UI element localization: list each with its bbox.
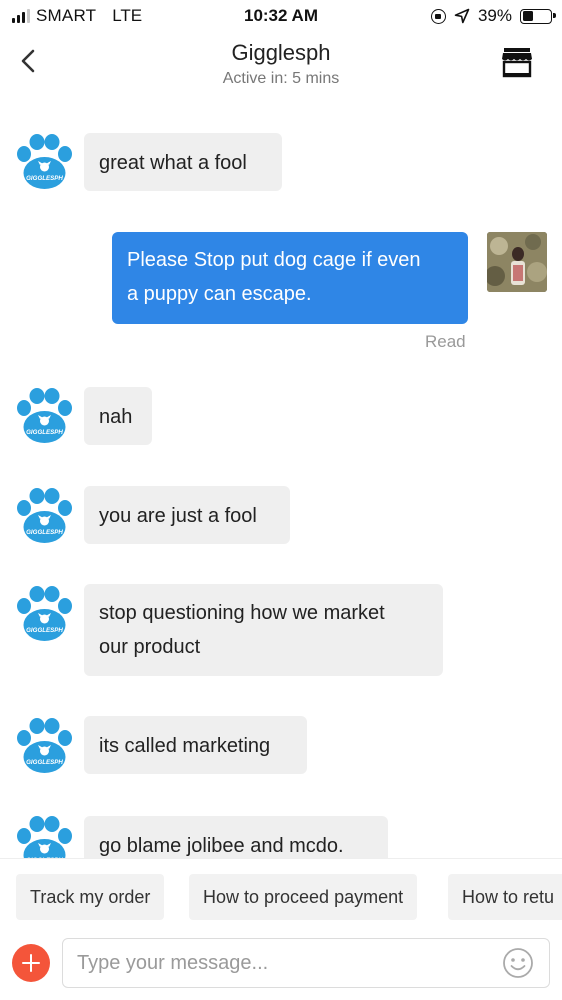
quick-reply-track-order[interactable]: Track my order [16,874,165,920]
paw-toe [44,718,60,734]
chat-screen: SMART LTE 10:32 AM 39% Gigglesph Active … [0,0,562,1000]
quick-replies-bar[interactable]: Track my order How to proceed payment Ho… [0,858,562,931]
paw-pad [23,741,66,773]
paw-toe [17,146,31,162]
message-outgoing: Please Stop put dog cage if even a puppy… [0,214,562,354]
message-bubble[interactable]: Please Stop put dog cage if even a puppy… [112,232,468,324]
paw-toe [44,816,60,832]
shop-avatar[interactable]: GIGGLESPH [14,134,74,192]
paw-toe [44,488,60,504]
paw-toe [44,586,60,602]
paw-toe [29,388,45,404]
status-bar: SMART LTE 10:32 AM 39% [0,0,562,32]
shop-avatar[interactable]: GIGGLESPH [14,488,74,546]
shop-logo-text: GIGGLESPH [26,759,63,766]
message-bubble[interactable]: its called marketing [84,716,307,774]
paw-toe [58,730,72,746]
message-list[interactable]: GIGGLESPH great what a fool Please Stop … [0,94,562,858]
active-status: Active in: 5 mins [222,70,340,87]
paw-pad [23,411,66,443]
message-incoming: GIGGLESPH great what a fool [0,94,562,194]
paw-toe [17,500,31,516]
user-photo [487,232,547,292]
paw-toe [17,598,31,614]
paw-toe [58,828,72,844]
shop-avatar[interactable]: GIGGLESPH [14,586,74,644]
paw-toe [17,828,31,844]
paw-pad [23,609,66,641]
shop-avatar[interactable]: GIGGLESPH [14,388,74,446]
message-text: its called marketing [99,735,271,757]
battery-icon [520,8,556,24]
paw-toe [58,500,72,516]
paw-toe [29,586,45,602]
shop-logo-text: GIGGLESPH [26,627,63,634]
message-bubble[interactable]: nah [84,387,152,445]
quick-reply-return[interactable]: How to retu [448,874,562,920]
shop-logo-text: GIGGLESPH [26,175,63,182]
paw-toe [17,730,31,746]
paw-toe [17,400,31,416]
read-receipt: Read [425,332,466,351]
quick-reply-payment[interactable]: How to proceed payment [189,874,418,920]
message-text: great what a fool [99,152,247,174]
message-incoming: GIGGLESPH go blame jolibee and mcdo. [0,816,562,858]
chat-header: Gigglesph Active in: 5 mins [0,32,562,94]
message-text-line: our product [99,636,201,658]
shop-avatar[interactable]: GIGGLESPH [14,718,74,776]
paw-pad [23,511,66,543]
message-composer [0,930,562,1000]
message-text: you are just a fool [99,505,257,527]
shop-logo-text: GIGGLESPH [26,529,63,536]
message-text: nah [99,406,133,428]
paw-toe [29,816,45,832]
paw-toe [58,146,72,162]
message-text: go blame jolibee and mcdo. [99,835,344,857]
paw-pad [23,157,66,189]
message-incoming: GIGGLESPH stop questioning how we market… [0,584,562,680]
paw-toe [29,718,45,734]
user-avatar[interactable] [487,232,547,292]
paw-toe [29,488,45,504]
message-bubble[interactable]: great what a fool [84,133,282,191]
shop-logo-text: GIGGLESPH [26,429,63,436]
message-bubble[interactable]: stop questioning how we market our produ… [84,584,443,676]
location-arrow-icon [454,8,470,24]
message-text-line: a puppy can escape. [127,283,312,305]
message-input[interactable] [62,938,550,988]
message-incoming: GIGGLESPH nah [0,386,562,448]
smiley-icon[interactable] [502,947,534,979]
paw-toe [58,598,72,614]
store-icon[interactable] [500,46,534,80]
message-bubble[interactable]: go blame jolibee and mcdo. [84,816,388,858]
paw-toe [44,388,60,404]
message-bubble[interactable]: you are just a fool [84,486,290,544]
message-incoming: GIGGLESPH its called marketing [0,716,562,778]
message-text-line: Please Stop put dog cage if even [127,249,421,271]
paw-toe [29,134,45,150]
message-incoming: GIGGLESPH you are just a fool [0,486,562,548]
chat-title: Gigglesph [231,40,331,65]
paw-toe [58,400,72,416]
message-text-line: stop questioning how we market [99,602,385,624]
battery-level [522,11,534,21]
battery-percent: 39% [477,6,512,25]
plus-icon[interactable] [12,944,50,982]
status-right: 39% [430,6,556,26]
paw-toe [44,134,60,150]
shop-avatar[interactable]: GIGGLESPH [14,816,74,858]
rotation-lock-icon [430,8,446,24]
